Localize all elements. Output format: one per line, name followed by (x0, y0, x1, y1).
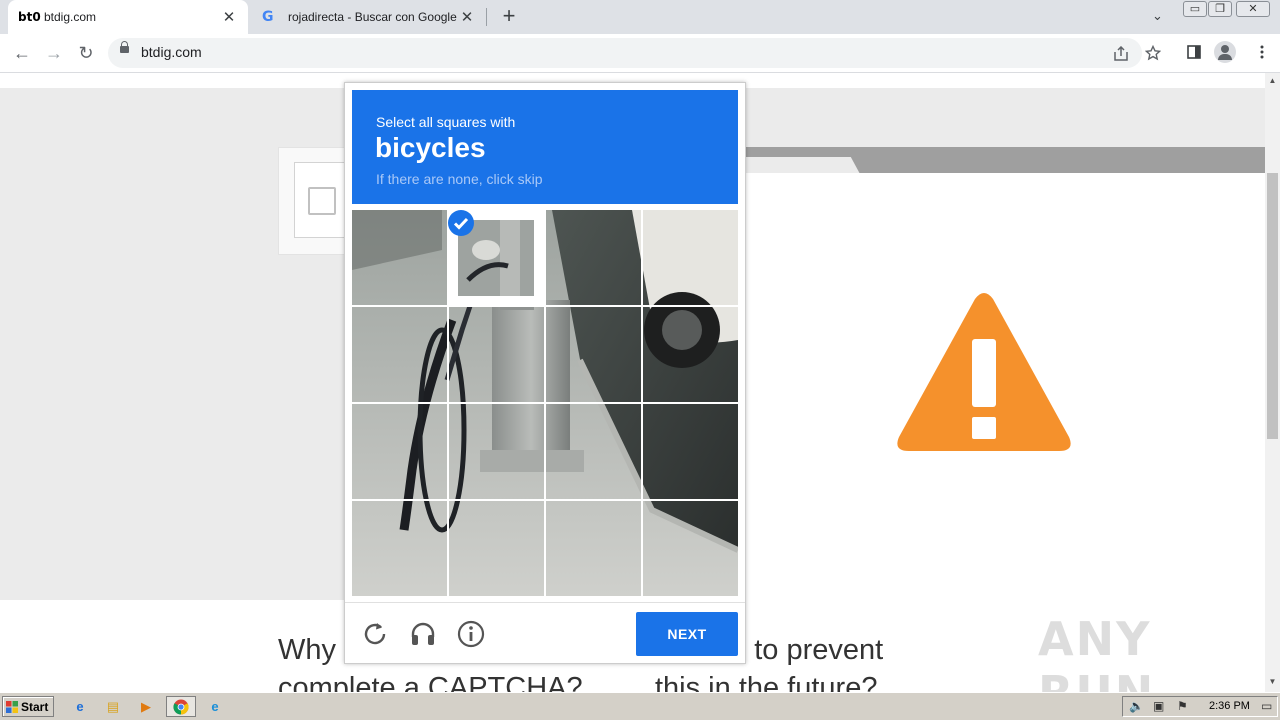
tab-close-icon[interactable]: ✕ (220, 8, 238, 26)
challenge-header: Select all squares with bicycles If ther… (352, 90, 738, 204)
media-player-icon[interactable]: ▶ (134, 696, 158, 717)
tab-google[interactable]: G rojadirecta - Buscar con Google ✕ (252, 0, 486, 34)
faq-line: complete a CAPTCHA? (278, 672, 583, 692)
browser-toolbar: ← → ↻ btdig.com (0, 34, 1280, 73)
tab-strip: bt0 btdig.com ✕ G rojadirecta - Buscar c… (0, 0, 1280, 34)
btdig-favicon-icon: bt0 (18, 10, 41, 24)
tab-search-icon[interactable]: ⌄ (1152, 8, 1163, 24)
explorer-icon[interactable]: ▤ (101, 696, 125, 717)
reload-button[interactable]: ↻ (73, 40, 99, 66)
close-window-button[interactable]: ✕ (1236, 1, 1270, 17)
challenge-instruction: Select all squares with (376, 114, 516, 130)
windows-logo-icon (6, 701, 18, 713)
recaptcha-checkbox[interactable] (308, 187, 336, 215)
network-icon[interactable]: ▣ (1153, 699, 1164, 713)
show-desktop-icon[interactable]: ▭ (1261, 699, 1272, 713)
chrome-icon[interactable] (166, 696, 196, 717)
address-bar[interactable]: btdig.com (108, 38, 1161, 68)
illustration-tab (745, 157, 860, 174)
captcha-challenge: Select all squares with bicycles If ther… (344, 82, 746, 664)
restore-button[interactable]: ❐ (1208, 1, 1232, 17)
system-tray: 🔈 ▣ ⚑ 2:36 PM ▭ (1122, 696, 1278, 717)
selected-checkmark-icon (448, 210, 474, 236)
reload-icon[interactable] (360, 619, 390, 649)
scroll-up-arrow-icon[interactable]: ▲ (1265, 76, 1280, 85)
challenge-hint: If there are none, click skip (376, 171, 543, 187)
back-button[interactable]: ← (9, 40, 35, 66)
minimize-button[interactable]: ▭ (1183, 1, 1207, 17)
side-panel-icon[interactable] (1182, 44, 1206, 60)
footer-divider (345, 602, 745, 603)
windows-taskbar: Start e ▤ ▶ e 🔈 ▣ ⚑ 2:36 PM ▭ (0, 692, 1280, 720)
start-label: Start (21, 700, 49, 714)
forward-button[interactable]: → (41, 40, 67, 66)
star-icon[interactable] (1145, 45, 1161, 61)
tab-separator (486, 8, 487, 26)
new-tab-button[interactable]: + (498, 5, 520, 27)
selected-tile[interactable] (448, 210, 546, 306)
illustration-window (745, 173, 1265, 600)
grid-line (352, 499, 738, 501)
lock-icon[interactable] (120, 41, 129, 53)
grid-line (352, 402, 738, 404)
tab-title: btdig.com (44, 10, 97, 24)
clock: 2:36 PM (1209, 700, 1250, 712)
flag-icon[interactable]: ⚑ (1177, 699, 1188, 713)
volume-icon[interactable]: 🔈 (1129, 699, 1144, 713)
edge-icon[interactable]: e (203, 696, 227, 717)
info-icon[interactable] (456, 619, 486, 649)
url-text[interactable]: btdig.com (141, 44, 202, 60)
challenge-target: bicycles (375, 132, 486, 163)
tab-btdig[interactable]: bt0 btdig.com ✕ (8, 0, 248, 34)
page-scrollbar[interactable]: ▲ ▼ (1265, 73, 1280, 692)
google-favicon-icon: G (262, 9, 274, 25)
faq-line: this in the future? (655, 672, 878, 692)
start-button[interactable]: Start (2, 696, 54, 717)
scrollbar-thumb[interactable] (1267, 173, 1278, 439)
audio-icon[interactable] (408, 619, 438, 649)
share-icon[interactable] (1113, 46, 1129, 62)
next-button[interactable]: NEXT (636, 612, 738, 656)
menu-icon[interactable] (1250, 44, 1274, 60)
warning-icon (897, 293, 1071, 451)
profile-icon[interactable] (1214, 41, 1236, 63)
tab-close-icon[interactable]: ✕ (458, 8, 476, 26)
ie-icon[interactable]: e (68, 696, 92, 717)
image-grid[interactable] (352, 210, 738, 596)
tab-title: rojadirecta - Buscar con Google (288, 10, 457, 24)
browser-illustration (745, 147, 1265, 600)
